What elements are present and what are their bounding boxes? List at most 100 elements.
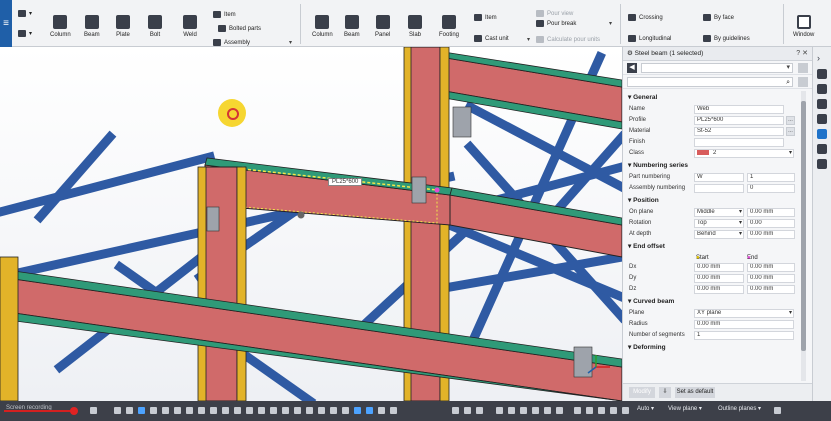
rebar-by-face-button[interactable]: By face — [703, 14, 734, 21]
properties-selector[interactable] — [641, 63, 793, 73]
section-deforming[interactable]: ▾ Deforming — [623, 342, 801, 354]
model-viewport[interactable]: PL25*600 — [0, 47, 622, 401]
part-item-button[interactable]: Item — [213, 11, 236, 18]
select-cut-icon[interactable] — [598, 407, 605, 414]
contact-icon[interactable] — [817, 69, 827, 79]
concrete-column-button[interactable]: Column — [312, 15, 333, 38]
select-weld-icon[interactable] — [508, 407, 515, 414]
snap-geometry-icon[interactable] — [270, 407, 277, 414]
calculate-pour-units-button[interactable]: Calculate pour units — [536, 36, 600, 43]
active-filter-icon[interactable] — [354, 407, 361, 414]
active-snap-icon[interactable] — [138, 407, 145, 414]
snap-axis-icon[interactable] — [318, 407, 325, 414]
snap-line-icon[interactable] — [174, 407, 181, 414]
rebar-longitudinal-button[interactable]: Longitudinal — [628, 35, 671, 42]
property-search-input[interactable]: ⌕ — [627, 77, 793, 87]
recording-progress-knob[interactable] — [70, 407, 78, 415]
part-start-field[interactable]: 1 — [747, 173, 795, 182]
profile-browse-button[interactable]: … — [786, 116, 795, 125]
bolted-parts-button[interactable]: Bolted parts — [218, 25, 261, 32]
panel-filter-button[interactable] — [798, 77, 808, 87]
assembly-button[interactable]: Assembly — [213, 39, 250, 46]
dx-start-field[interactable]: 0.00 mm — [694, 263, 744, 272]
snap-nearest-icon[interactable] — [222, 407, 229, 414]
finish-field[interactable] — [694, 138, 784, 147]
window-button[interactable]: Window — [793, 15, 814, 38]
close-icon[interactable]: ✕ — [802, 50, 808, 57]
profile-field[interactable]: PL25*600 — [694, 116, 784, 125]
steel-beam-button[interactable]: Beam — [84, 15, 100, 38]
rebar-by-guidelines-button[interactable]: By guidelines — [703, 35, 750, 42]
apps-icon[interactable] — [817, 159, 827, 169]
radius-field[interactable]: 0.00 mm — [694, 320, 794, 329]
modify-button[interactable]: Modify — [629, 387, 655, 398]
model-icon[interactable] — [817, 84, 827, 94]
app-menu-button[interactable]: ≡ — [0, 0, 12, 47]
select-surface-icon[interactable] — [586, 407, 593, 414]
snap-face-icon[interactable] — [306, 407, 313, 414]
panel-option-button[interactable] — [798, 63, 808, 73]
snap-reference-icon[interactable] — [258, 407, 265, 414]
material-browse-button[interactable]: … — [786, 127, 795, 136]
select-layout-icon[interactable] — [622, 407, 629, 414]
dy-end-field[interactable]: 0.00 mm — [747, 274, 795, 283]
auto-dropdown[interactable]: Auto ▾ — [637, 405, 654, 412]
on-plane-offset-field[interactable]: 0.00 mm — [747, 208, 795, 217]
back-button[interactable]: ◀ — [627, 63, 637, 73]
select-icon[interactable] — [114, 407, 121, 414]
select-plane-icon[interactable] — [544, 407, 551, 414]
dy-start-field[interactable]: 0.00 mm — [694, 274, 744, 283]
active-filter-icon[interactable] — [366, 407, 373, 414]
cloud-icon[interactable] — [817, 114, 827, 124]
snap-guide-icon[interactable] — [330, 407, 337, 414]
bolt-button[interactable]: Bolt — [148, 15, 162, 38]
snap-intersection-icon[interactable] — [198, 407, 205, 414]
assembly-start-field[interactable]: 0 — [747, 184, 795, 193]
snap-bolt-icon[interactable] — [342, 407, 349, 414]
help-icon[interactable]: ? — [796, 50, 800, 57]
section-general[interactable]: ▾ General — [623, 92, 801, 104]
dz-end-field[interactable]: 0.00 mm — [747, 285, 795, 294]
select-reinforcement-icon[interactable] — [574, 407, 581, 414]
pour-view-button[interactable]: Pour view — [536, 10, 573, 17]
weld-button[interactable]: Weld — [183, 15, 197, 38]
pick-button[interactable]: ⇩ — [659, 387, 671, 398]
class-dropdown[interactable]: 2 — [694, 149, 794, 158]
dz-start-field[interactable]: 0.00 mm — [694, 285, 744, 294]
concrete-beam-button[interactable]: Beam — [344, 15, 360, 38]
assembly-prefix-field[interactable] — [694, 184, 744, 193]
select-grid-icon[interactable] — [520, 407, 527, 414]
section-curved-beam[interactable]: ▾ Curved beam — [623, 296, 801, 308]
select-view-icon[interactable] — [556, 407, 563, 414]
display-icon[interactable] — [817, 144, 827, 154]
section-end-offset[interactable]: ▾ End offset — [623, 241, 801, 253]
material-field[interactable]: St-52 — [694, 127, 784, 136]
outline-planes-dropdown[interactable]: Outline planes ▾ — [718, 405, 761, 412]
snap-free-icon[interactable] — [246, 407, 253, 414]
dx-end-field[interactable]: 0.00 mm — [747, 263, 795, 272]
filter-icon[interactable] — [378, 407, 385, 414]
snap-endpoint-icon[interactable] — [150, 407, 157, 414]
concrete-item-button[interactable]: Item — [474, 14, 497, 21]
rotation-dropdown[interactable]: Top — [694, 219, 744, 228]
snap-perpendicular-icon[interactable] — [210, 407, 217, 414]
scrollbar-thumb[interactable] — [801, 101, 806, 351]
slab-button[interactable]: Slab — [408, 15, 422, 38]
section-numbering[interactable]: ▾ Numbering series — [623, 160, 801, 172]
select-point-icon[interactable] — [532, 407, 539, 414]
chevron-right-icon[interactable]: › — [817, 53, 827, 63]
set-as-default-button[interactable]: Set as default — [675, 387, 715, 398]
rotation-offset-field[interactable]: 0.00 — [747, 219, 795, 228]
snap-center-icon[interactable] — [186, 407, 193, 414]
filter-icon[interactable] — [390, 407, 397, 414]
pour-dropdown-arrow[interactable]: ▾ — [609, 20, 612, 27]
rebar-crossing-button[interactable]: Crossing — [628, 14, 663, 21]
properties-gear-icon[interactable] — [817, 129, 827, 139]
part-prefix-field[interactable]: W — [694, 173, 744, 182]
snap-edge-icon[interactable] — [282, 407, 289, 414]
steel-column-button[interactable]: Column — [50, 15, 71, 38]
parts-dropdown-arrow[interactable]: ▾ — [289, 39, 292, 46]
snap-midpoint-icon[interactable] — [162, 407, 169, 414]
select-tool-button[interactable]: ▾ — [18, 10, 32, 17]
snap-plane-icon[interactable] — [294, 407, 301, 414]
